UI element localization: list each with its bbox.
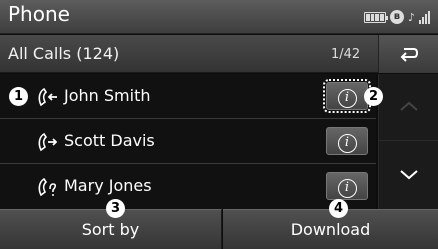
status-icons: ʙ ♪ [363, 8, 430, 26]
contact-name: John Smith [64, 86, 151, 105]
scroll-up-button[interactable] [379, 74, 438, 141]
info-icon: i [337, 89, 357, 108]
download-button[interactable]: Download [223, 209, 438, 249]
signal-strength-icon [419, 10, 430, 24]
scroll-controls [378, 74, 438, 209]
title-bar: Phone ʙ ♪ [0, 0, 438, 34]
missed-call-icon [38, 177, 57, 197]
back-button[interactable] [378, 35, 438, 73]
chevron-down-icon [400, 170, 418, 180]
incoming-call-icon [38, 87, 57, 107]
list-item[interactable]: Scott Davis i [0, 119, 376, 164]
scroll-down-button[interactable] [379, 142, 438, 209]
callout-marker-1: 1 [9, 87, 28, 106]
app-title: Phone [8, 2, 70, 26]
bottom-bar: Sort by Download [0, 209, 438, 249]
chevron-up-icon [400, 101, 418, 111]
info-button[interactable]: i [326, 172, 368, 200]
callout-marker-2: 2 [364, 87, 383, 106]
callout-marker-3: 3 [106, 199, 125, 218]
bluetooth-icon: ʙ [389, 10, 404, 24]
page-indicator: 1/42 [331, 47, 361, 62]
info-button[interactable]: i [323, 79, 371, 113]
battery-icon [363, 11, 388, 23]
info-icon: i [337, 179, 357, 198]
list-header: All Calls (124) 1/42 [0, 35, 438, 73]
list-item[interactable]: Mary Jones i [0, 164, 376, 209]
list-title: All Calls (124) [8, 44, 120, 63]
callout-marker-4: 4 [329, 199, 348, 218]
outgoing-call-icon [38, 132, 58, 152]
list-item[interactable]: John Smith i [0, 74, 376, 119]
contact-name: Mary Jones [64, 176, 152, 195]
info-button[interactable]: i [326, 127, 368, 155]
contact-name: Scott Davis [64, 131, 155, 150]
call-list: John Smith i Scott Davis i Mary Jones i [0, 74, 376, 209]
info-icon: i [337, 134, 357, 153]
back-arrow-icon [400, 48, 419, 62]
phone-connection-icon: ♪ [407, 10, 415, 24]
